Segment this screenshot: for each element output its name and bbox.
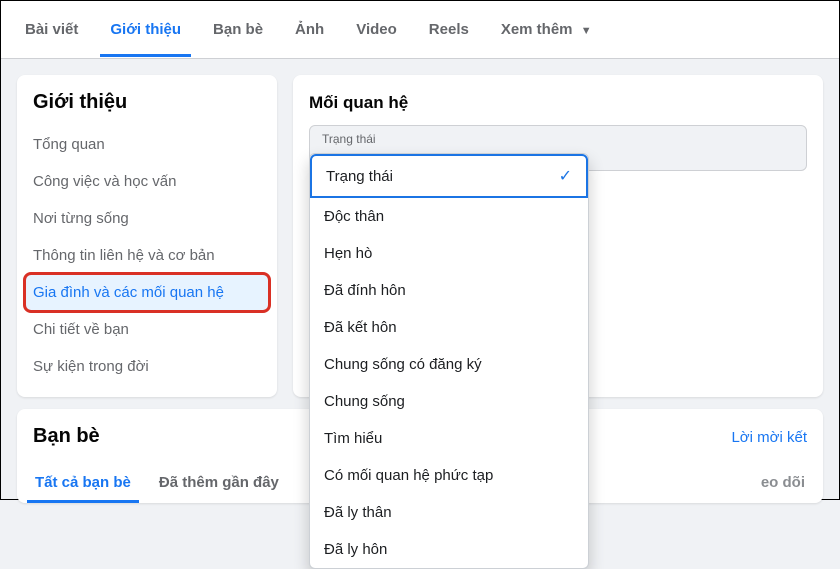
profile-tabs-bar: Bài viết Giới thiệu Bạn bè Ảnh Video Ree… xyxy=(1,1,839,59)
status-field: Trạng thái Trạng thái ✓ Độc thân Hẹn hò … xyxy=(309,125,807,171)
status-option-label: Tìm hiểu xyxy=(324,430,382,447)
sidebar-item-work-education[interactable]: Công việc và học vấn xyxy=(25,163,269,200)
status-option-civil-union[interactable]: Chung sống có đăng ký xyxy=(310,346,588,383)
status-option-engaged[interactable]: Đã đính hôn xyxy=(310,272,588,309)
left-column: Giới thiệu Tổng quan Công việc và học vấ… xyxy=(17,75,277,397)
sidebar-item-places-lived[interactable]: Nơi từng sống xyxy=(25,200,269,237)
status-option-label: Đã ly thân xyxy=(324,504,392,521)
sidebar-item-details-about-you[interactable]: Chi tiết về bạn xyxy=(25,311,269,348)
layout: Giới thiệu Tổng quan Công việc và học vấ… xyxy=(1,59,839,413)
relationship-heading: Mối quan hệ xyxy=(293,75,823,125)
chevron-down-icon: ▼ xyxy=(581,25,592,37)
tab-photos[interactable]: Ảnh xyxy=(279,3,340,56)
about-sidebar-items: Tổng quan Công việc và học vấn Nơi từng … xyxy=(17,122,277,397)
status-option-domestic-partnership[interactable]: Chung sống xyxy=(310,383,588,420)
status-option-label: Hẹn hò xyxy=(324,245,372,262)
sidebar-item-overview[interactable]: Tổng quan xyxy=(25,126,269,163)
relationship-panel: Mối quan hệ Trạng thái Trạng thái ✓ Độc … xyxy=(293,75,823,397)
tab-more-label: Xem thêm xyxy=(501,21,573,38)
status-option-label: Có mối quan hệ phức tạp xyxy=(324,467,493,484)
friends-tab-following[interactable]: eo dõi xyxy=(751,462,815,503)
status-option-label: Đã đính hôn xyxy=(324,282,406,299)
friends-tab-recent[interactable]: Đã thêm gần đây xyxy=(149,462,289,503)
tab-friends[interactable]: Bạn bè xyxy=(197,3,279,56)
tab-posts[interactable]: Bài viết xyxy=(9,3,94,56)
sidebar-item-life-events[interactable]: Sự kiện trong đời xyxy=(25,348,269,385)
tab-more[interactable]: Xem thêm ▼ xyxy=(485,3,608,56)
tab-video[interactable]: Video xyxy=(340,3,413,56)
sidebar-item-contact-basic[interactable]: Thông tin liên hệ và cơ bản xyxy=(25,237,269,274)
about-sidebar-card: Giới thiệu Tổng quan Công việc và học vấ… xyxy=(17,75,277,397)
status-option-married[interactable]: Đã kết hôn xyxy=(310,309,588,346)
status-option-label: Trạng thái xyxy=(326,168,393,185)
status-option-label: Chung sống có đăng ký xyxy=(324,356,482,373)
sidebar-item-family-relationships[interactable]: Gia đình và các mối quan hệ xyxy=(25,274,269,311)
status-option-open-relationship[interactable]: Tìm hiểu xyxy=(310,420,588,457)
status-dropdown: Trạng thái ✓ Độc thân Hẹn hò Đã đính hôn… xyxy=(309,153,589,569)
status-option-label: Độc thân xyxy=(324,208,384,225)
friend-requests-link[interactable]: Lời mời kết xyxy=(731,429,807,446)
status-option-dating[interactable]: Hẹn hò xyxy=(310,235,588,272)
friends-tab-all[interactable]: Tất cả bạn bè xyxy=(25,462,141,503)
status-option-label: Đã ly hôn xyxy=(324,541,387,558)
about-sidebar-title: Giới thiệu xyxy=(17,75,277,122)
status-option-placeholder[interactable]: Trạng thái ✓ xyxy=(310,154,588,198)
tab-reels[interactable]: Reels xyxy=(413,3,485,56)
status-option-complicated[interactable]: Có mối quan hệ phức tạp xyxy=(310,457,588,494)
status-option-divorced[interactable]: Đã ly hôn xyxy=(310,531,588,568)
status-option-label: Chung sống xyxy=(324,393,405,410)
friends-card-title: Bạn bè xyxy=(33,425,100,448)
tab-about[interactable]: Giới thiệu xyxy=(94,3,197,56)
check-icon: ✓ xyxy=(559,166,572,186)
status-option-single[interactable]: Độc thân xyxy=(310,198,588,235)
status-option-label: Đã kết hôn xyxy=(324,319,397,336)
